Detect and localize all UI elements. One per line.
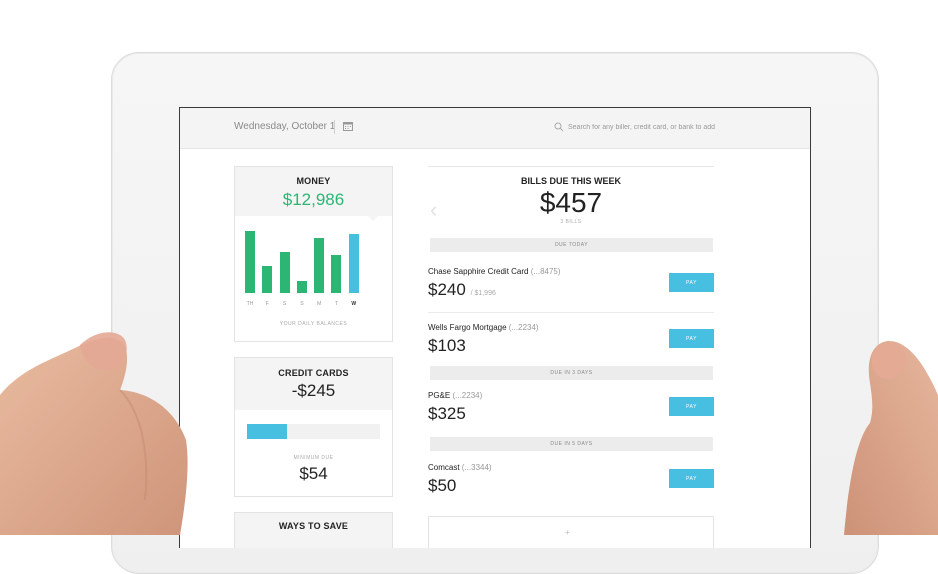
money-amount: $12,986 (282, 190, 345, 209)
credit-cards-card[interactable]: CREDIT CARDS -$245 MINIMUM DUE $54 (234, 357, 393, 497)
day-label: F (265, 301, 269, 307)
balance-bar (331, 255, 342, 293)
day-label: TH (246, 301, 254, 307)
bill-payee: Chase Sapphire Credit Card (428, 267, 529, 276)
bill-account: (...3344) (461, 463, 492, 472)
pay-button[interactable]: PAY (669, 469, 714, 488)
top-bar: Wednesday, October 1 (180, 108, 810, 149)
credit-cards-header: CREDIT CARDS -$245 (235, 358, 392, 410)
bills-count: 3 BILLS (560, 219, 582, 225)
bill-amount: $325 (428, 404, 466, 424)
day-label: M (317, 301, 322, 307)
bill-balance: / $1,996 (470, 290, 496, 297)
balance-bar (348, 234, 359, 293)
credit-utilization-bar (247, 424, 380, 439)
bill-amount-value: $103 (428, 336, 466, 355)
bill-name: Wells Fargo Mortgage (...2234) (428, 323, 539, 332)
credit-utilization-fill (247, 424, 287, 439)
balance-bar (245, 231, 255, 293)
bills-total: $457 (539, 187, 603, 218)
day-label: T (334, 301, 339, 307)
bill-amount: $103 (428, 336, 466, 356)
add-bill-card[interactable]: + (428, 516, 714, 548)
day-label: W (351, 301, 357, 307)
bill-account: (...8475) (530, 267, 561, 276)
app-screen: Wednesday, October 1 MONEY $12,986 TH F S S… (179, 107, 811, 548)
bill-amount-value: $325 (428, 404, 466, 423)
ways-to-save-title: WAYS TO SAVE (278, 521, 349, 531)
calendar-icon[interactable] (343, 121, 353, 131)
money-card-header: MONEY $12,986 (235, 167, 392, 221)
bill-name: PG&E (...2234) (428, 391, 482, 400)
bill-amount-value: $240 (428, 280, 466, 299)
balance-bar (262, 266, 273, 293)
pay-button[interactable]: PAY (669, 273, 714, 292)
bill-payee: PG&E (428, 391, 451, 400)
search-icon (554, 122, 564, 132)
section-due-today: DUE TODAY (430, 238, 713, 252)
section-due-5-days: DUE IN 5 DAYS (430, 437, 713, 451)
bill-row[interactable]: Comcast (...3344) $50 PAY (428, 463, 714, 509)
money-title: MONEY (296, 176, 331, 186)
balance-bar (314, 238, 325, 293)
bill-payee: Comcast (428, 463, 460, 472)
ways-to-save-header: WAYS TO SAVE (235, 513, 392, 548)
daily-balance-chart (245, 229, 381, 293)
right-hand (844, 340, 938, 535)
day-label: S (282, 301, 287, 307)
bill-amount: $240 / $1,996 (428, 280, 496, 300)
header-notch (368, 216, 378, 221)
bill-name: Comcast (...3344) (428, 463, 492, 472)
pay-button[interactable]: PAY (669, 329, 714, 348)
bill-account: (...2234) (508, 323, 539, 332)
search-input[interactable] (568, 123, 733, 131)
day-label: S (300, 301, 304, 307)
day-labels: TH F S S M T W (245, 301, 381, 307)
current-date: Wednesday, October 1 (234, 121, 336, 132)
pay-button[interactable]: PAY (669, 397, 714, 416)
credit-cards-amount: -$245 (291, 381, 336, 400)
money-card[interactable]: MONEY $12,986 TH F S S M T W YOUR DAILY BALANC… (234, 166, 393, 342)
chart-caption: YOUR DAILY BALANCES (279, 321, 348, 327)
ways-to-save-card[interactable]: WAYS TO SAVE (234, 512, 393, 548)
minimum-due-value: $54 (299, 464, 328, 483)
minimum-due-label: MINIMUM DUE (293, 455, 334, 461)
bill-name: Chase Sapphire Credit Card (...8475) (428, 267, 561, 276)
credit-cards-title: CREDIT CARDS (278, 368, 349, 378)
bill-amount-value: $50 (428, 476, 457, 495)
section-due-3-days: DUE IN 3 DAYS (430, 366, 713, 380)
bill-payee: Wells Fargo Mortgage (428, 323, 507, 332)
chevron-left-icon[interactable]: ‹ (430, 197, 437, 223)
balance-bar (296, 281, 307, 293)
bill-row[interactable]: PG&E (...2234) $325 PAY (428, 391, 714, 437)
chevron-right-icon[interactable]: › (676, 197, 810, 223)
bill-row[interactable]: Chase Sapphire Credit Card (...8475) $24… (428, 267, 714, 313)
left-hand (0, 332, 188, 535)
header-divider (334, 120, 335, 134)
bill-amount: $50 (428, 476, 456, 496)
search-bar (554, 120, 733, 134)
balance-bar (279, 252, 290, 293)
add-icon: + (565, 528, 570, 537)
bill-account: (...2234) (452, 391, 483, 400)
bills-title: BILLS DUE THIS WEEK (520, 176, 621, 186)
bill-row[interactable]: Wells Fargo Mortgage (...2234) $103 PAY (428, 323, 714, 369)
row-divider (428, 312, 714, 313)
bills-summary: ‹ BILLS DUE THIS WEEK $457 3 BILLS › (428, 166, 714, 235)
